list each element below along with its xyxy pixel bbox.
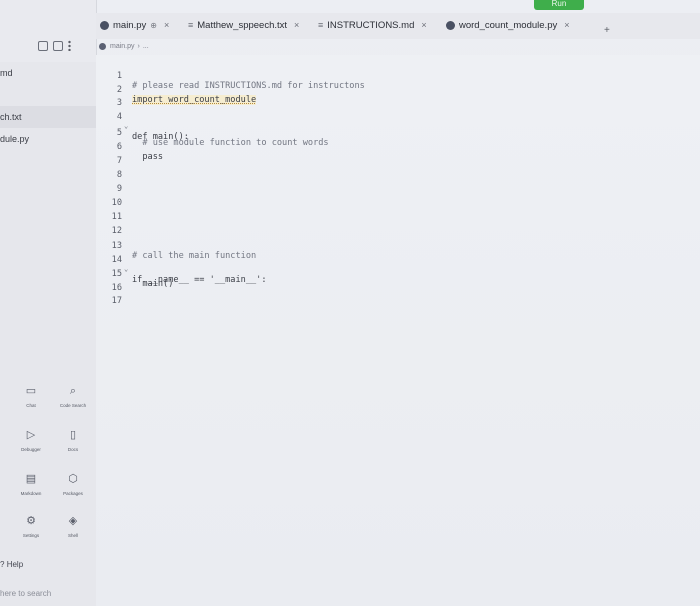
breadcrumb-more[interactable]: ... [143, 43, 149, 50]
tool-debugger[interactable]: ▷ Debugger [8, 428, 54, 452]
tool-label: Debugger [21, 447, 41, 452]
code-editor[interactable]: 1 # please read INSTRUCTIONS.md for inst… [96, 55, 700, 606]
code-line: 8 [96, 160, 700, 180]
code-line: 11 [96, 202, 700, 222]
text-file-icon: ≡ [188, 20, 194, 30]
close-icon[interactable]: × [164, 20, 169, 30]
tool-shell[interactable]: ◈ Shell [50, 514, 96, 538]
tool-docs[interactable]: ▯ Docs [50, 428, 96, 452]
code-line: 13 # call the main function [96, 231, 700, 261]
code-line: 7 [96, 146, 700, 166]
markdown-icon: ▤ [25, 473, 37, 485]
file-tree-actions [38, 40, 71, 51]
docs-icon: ▯ [69, 429, 77, 441]
file-item-label: ch.txt [0, 112, 22, 122]
file-item-txt[interactable]: ch.txt [0, 106, 96, 128]
tab-label: main.py [113, 19, 147, 31]
sidebar-header [0, 0, 96, 62]
breadcrumb-separator: › [137, 42, 140, 50]
python-file-icon [446, 20, 455, 30]
tool-code-search[interactable]: ⌕ Code Search [50, 384, 96, 408]
code-line: 3 [96, 88, 700, 108]
chat-icon: ▭ [25, 385, 37, 397]
tool-packages[interactable]: ⬡ Packages [50, 472, 96, 496]
help-link[interactable]: ? Help [0, 560, 23, 569]
code-line: 10 [96, 188, 700, 208]
close-icon[interactable]: × [294, 20, 299, 30]
tab-label: Matthew_sppeech.txt [197, 19, 288, 31]
tool-label: Markdown [20, 491, 42, 496]
python-file-icon [99, 42, 106, 50]
tab-badge: ⊕ [150, 20, 157, 30]
code-line: 12 [96, 216, 700, 236]
file-item-py[interactable]: dule.py [0, 134, 29, 144]
breadcrumb-file[interactable]: main.py [110, 43, 135, 50]
code-line: 5 # use module function to count words [96, 118, 700, 148]
tool-label: Shell [67, 533, 78, 538]
close-icon[interactable]: × [421, 20, 426, 30]
shell-icon: ◈ [68, 515, 78, 527]
gear-icon: ⚙ [26, 515, 36, 527]
tool-label: Settings [22, 533, 40, 538]
file-item-md[interactable]: md [0, 68, 13, 78]
question-icon: ? [0, 560, 5, 569]
markdown-file-icon: ≡ [318, 20, 324, 30]
code-line: 6 pass [96, 132, 700, 162]
new-tab-button[interactable]: + [604, 25, 610, 36]
tab-main-py[interactable]: main.py ⊕ × [100, 13, 169, 37]
tab-word-count-module[interactable]: word_count_module.py × [446, 13, 570, 37]
code-line: 15 main() [96, 259, 700, 289]
search-icon: ⌕ [69, 385, 77, 397]
tool-label: Packages [63, 491, 83, 496]
debugger-icon: ▷ [26, 429, 36, 441]
code-line: 4 ⌄ def main(): [96, 102, 700, 142]
tab-matthew-speech[interactable]: ≡ Matthew_sppeech.txt × [188, 13, 299, 37]
ide-window: md ch.txt dule.py ▭ Chat ⌕ Code Search ▷… [0, 0, 700, 606]
code-line: 2 import word_count_module [96, 75, 700, 105]
run-button[interactable]: Run [534, 0, 584, 10]
tab-label: INSTRUCTIONS.md [327, 19, 415, 31]
new-folder-icon[interactable] [53, 40, 63, 51]
sidebar: md ch.txt dule.py ▭ Chat ⌕ Code Search ▷… [0, 0, 97, 606]
more-options-icon[interactable] [68, 40, 71, 51]
tool-settings[interactable]: ⚙ Settings [8, 514, 54, 538]
python-file-icon [100, 20, 109, 30]
new-file-icon[interactable] [38, 40, 48, 51]
tool-chat[interactable]: ▭ Chat [8, 384, 54, 408]
tab-instructions-md[interactable]: ≡ INSTRUCTIONS.md × [318, 13, 427, 37]
code-line: 14 ⌄ if __name__ == '__main__': [96, 245, 700, 285]
breadcrumb: main.py › ... [96, 39, 149, 53]
packages-icon: ⬡ [68, 473, 78, 485]
close-icon[interactable]: × [564, 20, 569, 30]
help-label: Help [6, 560, 24, 569]
tool-label: Code Search [59, 403, 87, 408]
code-line: 1 # please read INSTRUCTIONS.md for inst… [96, 61, 700, 91]
tool-label: Docs [67, 447, 79, 452]
code-line: 17 [96, 286, 700, 306]
code-line: 9 [96, 174, 700, 194]
search-hint[interactable]: here to search [0, 589, 51, 598]
line-number: 17 [111, 296, 122, 306]
tab-label: word_count_module.py [459, 19, 558, 31]
code-line: 16 [96, 273, 700, 293]
tool-markdown[interactable]: ▤ Markdown [8, 472, 54, 496]
tool-label: Chat [26, 403, 36, 408]
